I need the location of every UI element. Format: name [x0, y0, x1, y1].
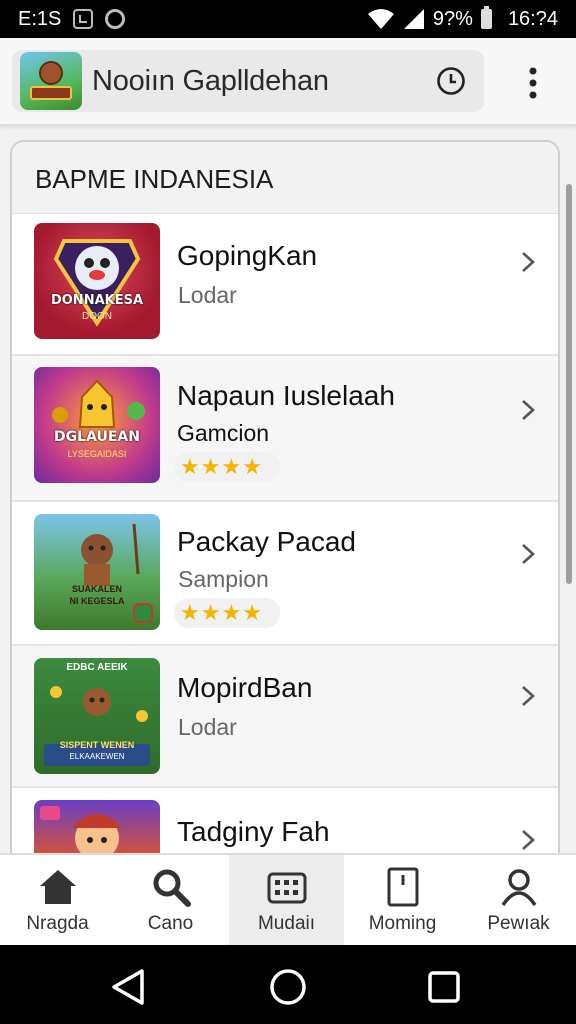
thumbnail-subtitle: LYSEGAIDASI [67, 449, 127, 459]
person-icon [501, 869, 537, 907]
signal-icon [403, 9, 424, 29]
list-item[interactable]: DONNAKESA DOON GopingKan Lodar [12, 214, 558, 356]
star-icon: ★ [221, 454, 242, 479]
app-bar: Nooiın Gaplldehan [0, 38, 576, 126]
game-thumbnail: EDBC AEEIK SISPENT WENEN ELKAAKEWEN [34, 658, 160, 774]
chevron-right-icon [522, 400, 535, 420]
game-thumbnail [34, 800, 160, 858]
home-icon [40, 870, 76, 904]
item-subtitle: Gamcion [177, 420, 270, 446]
status-left-text: E:1S [18, 7, 62, 30]
status-time: 16:?4 [507, 7, 558, 30]
thumbnail-title: DGLAUEAN [54, 429, 140, 445]
app-title-bar[interactable]: Nooiın Gaplldehan [12, 50, 484, 112]
nav-label: Nragda [26, 913, 89, 934]
recents-icon[interactable] [424, 967, 464, 1007]
game-thumbnail: DGLAUEAN LYSEGAIDASI [34, 367, 160, 483]
chevron-right-icon [522, 830, 535, 850]
home-circle-icon[interactable] [268, 967, 308, 1007]
rating-stars: ★ ★ ★ ★ [174, 452, 280, 482]
rating-stars: ★ ★ ★ ★ [174, 598, 280, 628]
chevron-right-icon [522, 252, 535, 272]
nav-item-tablet[interactable]: Moming [345, 855, 460, 947]
item-title: Napaun Iuslelaah [177, 380, 395, 411]
item-title: GopingKan [177, 240, 318, 271]
item-subtitle: Lodar [178, 714, 237, 740]
keyboard-grid-icon [267, 872, 307, 904]
star-icon: ★ [200, 454, 221, 479]
chevron-right-icon [522, 544, 535, 564]
chevron-right-icon [522, 686, 535, 706]
list-header: BAPME INDANESIA [12, 142, 558, 214]
status-left: E:1S [18, 7, 126, 31]
nav-label: Moming [368, 913, 437, 934]
thumbnail-subtitle: NI KEGESLA [69, 596, 125, 606]
bottom-nav: Nragda Cano Mudaiı Moming Pewıak [0, 853, 576, 947]
clock-icon[interactable] [436, 66, 466, 96]
item-subtitle: Sampion [178, 566, 269, 592]
list-item[interactable]: DGLAUEAN LYSEGAIDASI Napaun Iuslelaah Ga… [12, 356, 558, 502]
thumbnail-top-text: EDBC AEEIK [66, 662, 128, 673]
back-icon[interactable] [108, 967, 148, 1007]
list-item[interactable]: SUAKALEN NI KEGESLA Packay Pacad Sampion… [12, 502, 558, 646]
item-title: Tadginy Fah [177, 816, 330, 847]
system-nav-bar [0, 945, 576, 1024]
list-item[interactable]: EDBC AEEIK SISPENT WENEN ELKAAKEWEN Mopi… [12, 646, 558, 788]
notification-box-icon [73, 9, 94, 29]
star-icon: ★ [221, 600, 242, 625]
thumbnail-title: SUAKALEN [71, 584, 122, 594]
star-icon: ★ [180, 600, 200, 625]
battery-percent: 9?% [432, 7, 473, 30]
nav-label: Pewıak [487, 913, 550, 934]
item-title: Packay Pacad [177, 526, 356, 557]
thumbnail-title: SISPENT WENEN [59, 740, 135, 750]
wifi-icon [367, 9, 394, 29]
star-icon: ★ [242, 454, 262, 479]
thumbnail-subtitle: ELKAAKEWEN [69, 752, 125, 761]
game-list-card: BAPME INDANESIA DONNAKESA DOON GopingKan… [10, 140, 560, 860]
app-logo [20, 52, 82, 110]
status-right: 9?% 16:?4 [367, 6, 558, 31]
thumbnail-title: DONNAKESA [50, 293, 144, 308]
list-item[interactable]: Tadginy Fah [12, 788, 558, 858]
star-icon: ★ [242, 600, 262, 625]
sync-icon [105, 9, 126, 29]
nav-item-profile[interactable]: Pewıak [461, 855, 576, 947]
status-bar: E:1S 9?% 16:?4 [0, 0, 576, 38]
item-subtitle: Lodar [178, 282, 237, 308]
scrollbar[interactable] [566, 184, 572, 584]
more-vert-icon[interactable] [522, 66, 544, 100]
tablet-icon [387, 867, 419, 907]
thumbnail-subtitle: DOON [82, 311, 112, 322]
nav-item-grid[interactable]: Mudaiı [229, 855, 344, 947]
app-title: Nooiın Gaplldehan [92, 64, 329, 97]
battery-icon [480, 6, 492, 29]
item-title: MopirdBan [177, 672, 313, 703]
game-thumbnail: SUAKALEN NI KEGESLA [34, 514, 160, 630]
nav-label: Mudaiı [257, 913, 316, 934]
star-icon: ★ [180, 454, 200, 479]
nav-item-home[interactable]: Nragda [0, 855, 115, 947]
search-icon [153, 869, 191, 907]
game-thumbnail: DONNAKESA DOON [34, 223, 160, 339]
nav-item-search[interactable]: Cano [113, 855, 228, 947]
nav-label: Cano [147, 913, 194, 934]
star-icon: ★ [200, 600, 221, 625]
